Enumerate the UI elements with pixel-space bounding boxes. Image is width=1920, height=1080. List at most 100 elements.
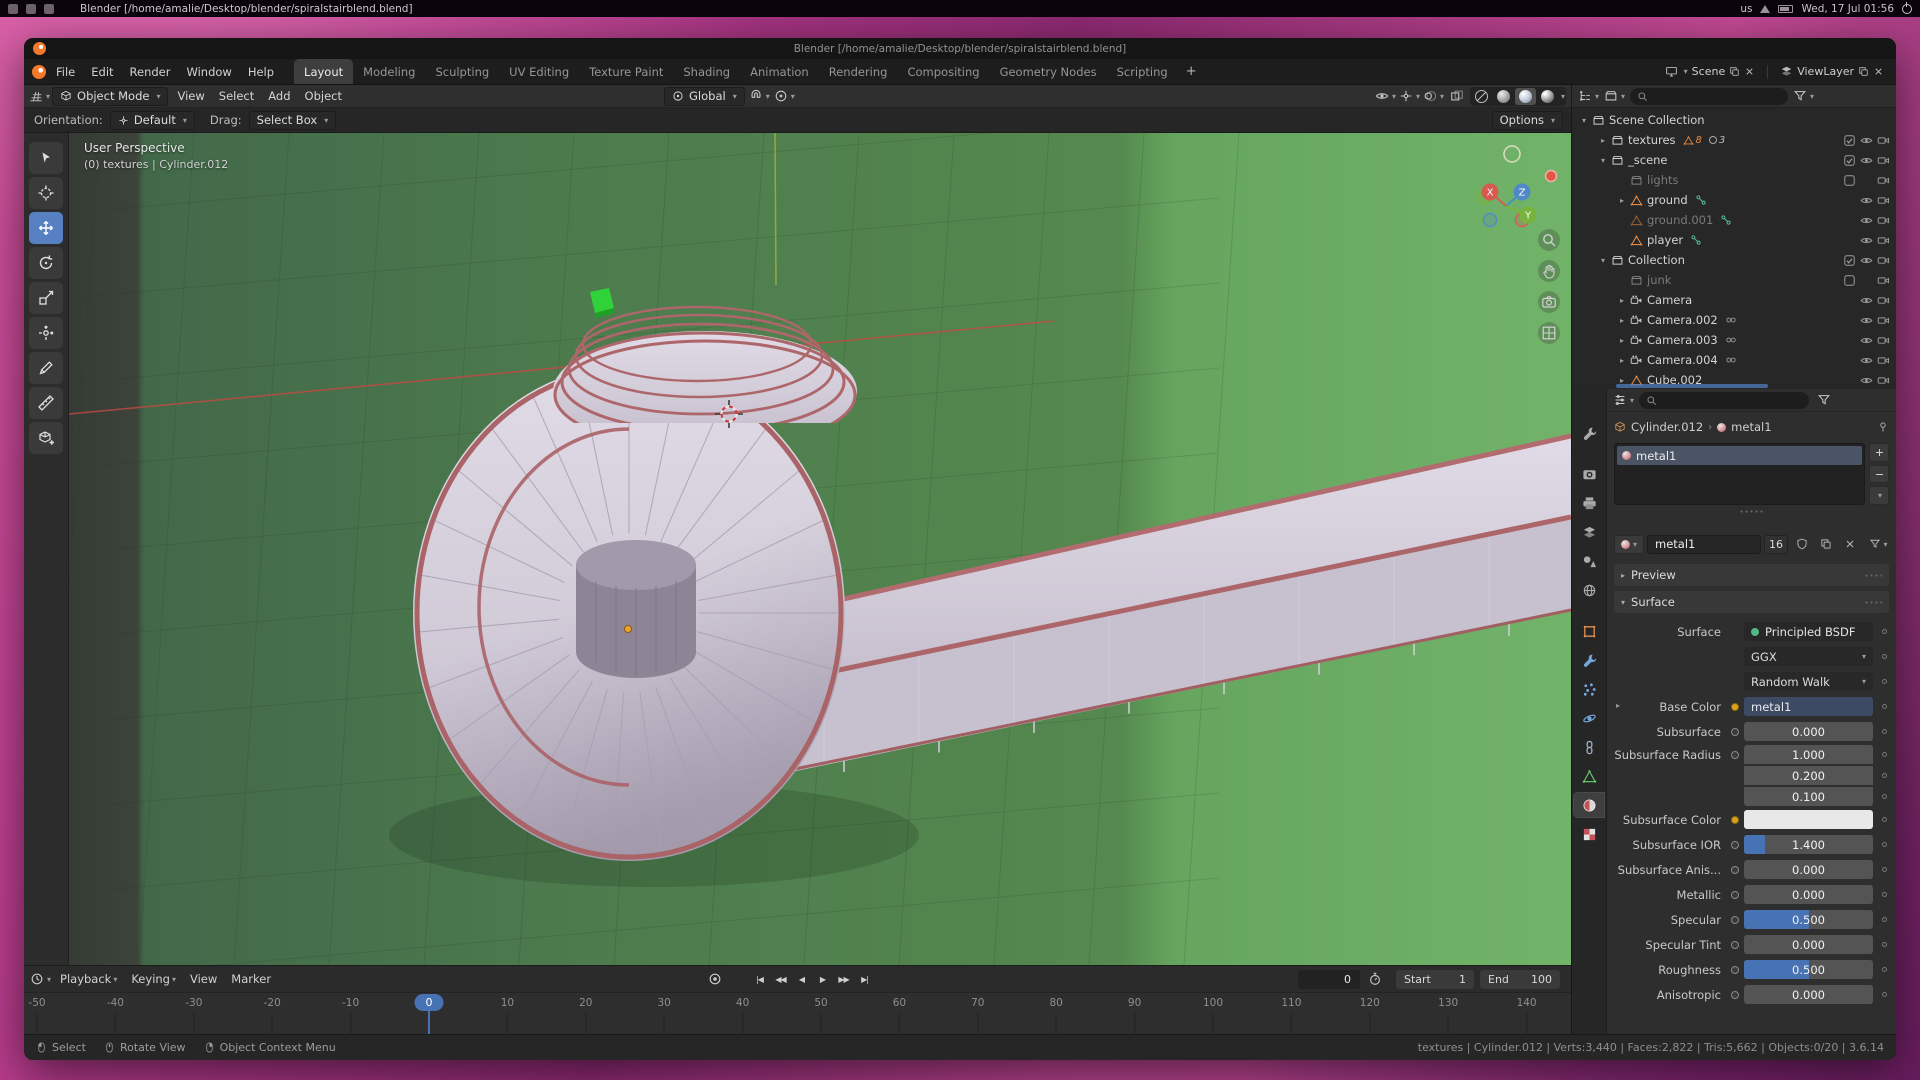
- light-object[interactable]: [1546, 171, 1557, 182]
- value-slider[interactable]: 1.400: [1744, 835, 1873, 854]
- toggle-check-off-icon[interactable]: [1841, 174, 1858, 187]
- shading-wireframe-button[interactable]: [1471, 88, 1492, 105]
- toggle-cam-icon[interactable]: [1875, 234, 1892, 247]
- texture-link-field[interactable]: metal1: [1744, 697, 1873, 716]
- timeline-menu-keying[interactable]: Keying▾: [124, 970, 183, 988]
- outliner-row-camera-002[interactable]: ▸Camera.002: [1572, 310, 1896, 330]
- zoom-button[interactable]: [1538, 229, 1560, 251]
- workspace-tab-uv-editing[interactable]: UV Editing: [499, 59, 579, 84]
- outliner-row-collection[interactable]: ▾Collection: [1572, 250, 1896, 270]
- remove-slot-button[interactable]: [1869, 465, 1889, 484]
- toggle-cam-icon[interactable]: [1875, 174, 1892, 187]
- browse-material-button[interactable]: ▾: [1614, 535, 1644, 554]
- outliner-scrollbar[interactable]: [1616, 384, 1768, 388]
- frame-end-field[interactable]: End100: [1480, 970, 1560, 989]
- shading-material-button[interactable]: [1515, 88, 1536, 105]
- toggle-check-on-icon[interactable]: [1841, 254, 1858, 267]
- toggle-eye-icon[interactable]: [1858, 314, 1875, 327]
- window-titlebar[interactable]: Blender [/home/amalie/Desktop/blender/sp…: [24, 38, 1896, 59]
- material-slot-list[interactable]: metal1: [1614, 443, 1865, 505]
- disclosure-right-icon[interactable]: ▸: [1616, 316, 1628, 325]
- workspace-tab-sculpting[interactable]: Sculpting: [425, 59, 499, 84]
- outliner-display-mode[interactable]: ▾: [1604, 87, 1625, 106]
- keyboard-layout[interactable]: us: [1740, 3, 1752, 15]
- properties-search-input[interactable]: [1639, 392, 1809, 409]
- toggle-check-off-icon[interactable]: [1841, 274, 1858, 287]
- taskbar-app-icon[interactable]: [26, 4, 36, 14]
- list-resize-grip[interactable]: [1614, 505, 1889, 517]
- toggle-eye-icon[interactable]: [1858, 354, 1875, 367]
- power-icon[interactable]: [1902, 4, 1912, 14]
- disclosure-down-icon[interactable]: ▾: [1597, 256, 1609, 265]
- material-name-field[interactable]: metal1: [1647, 535, 1761, 554]
- xray-toggle[interactable]: [1447, 87, 1467, 106]
- transport-play-reverse-button[interactable]: ◀: [792, 971, 811, 988]
- timeline-menu-playback[interactable]: Playback▾: [53, 970, 124, 988]
- toggle-cam-icon[interactable]: [1875, 294, 1892, 307]
- outliner-row-junk[interactable]: junk: [1572, 270, 1896, 290]
- new-scene-icon[interactable]: [1729, 66, 1740, 77]
- outliner-row-camera-004[interactable]: ▸Camera.004: [1572, 350, 1896, 370]
- workspace-tab-animation[interactable]: Animation: [740, 59, 819, 84]
- decorator-dot[interactable]: [1882, 942, 1887, 947]
- tool-annotate[interactable]: [29, 352, 63, 384]
- menu-edit[interactable]: Edit: [83, 62, 121, 82]
- outliner-row-ground[interactable]: ▸ground: [1572, 190, 1896, 210]
- value-slider[interactable]: 0.100: [1744, 787, 1873, 806]
- workspace-tab-shading[interactable]: Shading: [673, 59, 740, 84]
- slot-specials-menu[interactable]: ▾: [1869, 486, 1889, 505]
- outliner-row-ground-001[interactable]: ground.001: [1572, 210, 1896, 230]
- blender-menu-icon[interactable]: [32, 65, 46, 79]
- users-count-badge[interactable]: 16: [1764, 535, 1788, 554]
- properties-tab-modifiers[interactable]: [1574, 648, 1604, 672]
- material-slot-active[interactable]: metal1: [1617, 446, 1862, 465]
- toggle-cam-icon[interactable]: [1875, 254, 1892, 267]
- disclosure-right-icon[interactable]: ▸: [1616, 196, 1628, 205]
- new-viewlayer-icon[interactable]: [1858, 66, 1869, 77]
- shading-rendered-button[interactable]: [1537, 88, 1558, 105]
- center-column[interactable]: [576, 540, 696, 678]
- disclosure-right-icon[interactable]: ▸: [1597, 136, 1609, 145]
- toggle-cam-icon[interactable]: [1875, 334, 1892, 347]
- outliner-row-scene-collection[interactable]: ▾Scene Collection: [1572, 110, 1896, 130]
- properties-tab-object[interactable]: [1574, 619, 1604, 643]
- transport-next-keyframe-button[interactable]: ▶▶: [834, 971, 853, 988]
- toggle-eye-icon[interactable]: [1858, 334, 1875, 347]
- value-slider[interactable]: 0.500: [1744, 960, 1873, 979]
- properties-tab-output[interactable]: [1574, 491, 1604, 515]
- transport-jump-start-button[interactable]: |◀: [750, 971, 769, 988]
- toggle-cam-icon[interactable]: [1875, 214, 1892, 227]
- editor-type-button[interactable]: ▾: [29, 87, 50, 106]
- viewport-menu-object[interactable]: Object: [298, 87, 349, 105]
- value-slider[interactable]: 0.500: [1744, 910, 1873, 929]
- properties-tab-particles[interactable]: [1574, 677, 1604, 701]
- timeline-menu-marker[interactable]: Marker: [224, 970, 278, 988]
- toggle-cam-icon[interactable]: [1875, 314, 1892, 327]
- color-swatch[interactable]: [1744, 810, 1873, 829]
- fake-user-toggle[interactable]: [1791, 535, 1812, 554]
- decorator-dot[interactable]: [1882, 917, 1887, 922]
- auto-keying-toggle[interactable]: [708, 972, 722, 986]
- shading-dropdown-icon[interactable]: ▾: [1561, 92, 1565, 101]
- outliner-editor-type-button[interactable]: ▾: [1578, 87, 1599, 106]
- add-slot-button[interactable]: [1869, 443, 1889, 462]
- decorator-dot[interactable]: [1882, 967, 1887, 972]
- toggle-cam-icon[interactable]: [1875, 274, 1892, 287]
- value-slider[interactable]: 0.000: [1744, 985, 1873, 1004]
- outliner-row-scene[interactable]: ▾_scene: [1572, 150, 1896, 170]
- decorator-dot[interactable]: [1882, 794, 1887, 799]
- properties-tab-scene[interactable]: [1574, 549, 1604, 573]
- workspace-tab-layout[interactable]: Layout: [294, 59, 353, 84]
- properties-tab-render[interactable]: [1574, 462, 1604, 486]
- timeline-editor-type-button[interactable]: ▾: [30, 970, 51, 989]
- outliner-row-camera-003[interactable]: ▸Camera.003: [1572, 330, 1896, 350]
- disclosure-down-icon[interactable]: ▾: [1597, 156, 1609, 165]
- disclosure-right-icon[interactable]: ▸: [1616, 296, 1628, 305]
- toggle-cam-icon[interactable]: [1875, 374, 1892, 387]
- network-icon[interactable]: [1760, 5, 1770, 13]
- camera-view-button[interactable]: [1538, 291, 1560, 313]
- orientation-dropdown[interactable]: Global▾: [664, 87, 745, 106]
- taskbar-app-icon[interactable]: [8, 4, 18, 14]
- unlink-scene-icon[interactable]: [1744, 66, 1755, 77]
- properties-tab-texture[interactable]: [1574, 822, 1604, 846]
